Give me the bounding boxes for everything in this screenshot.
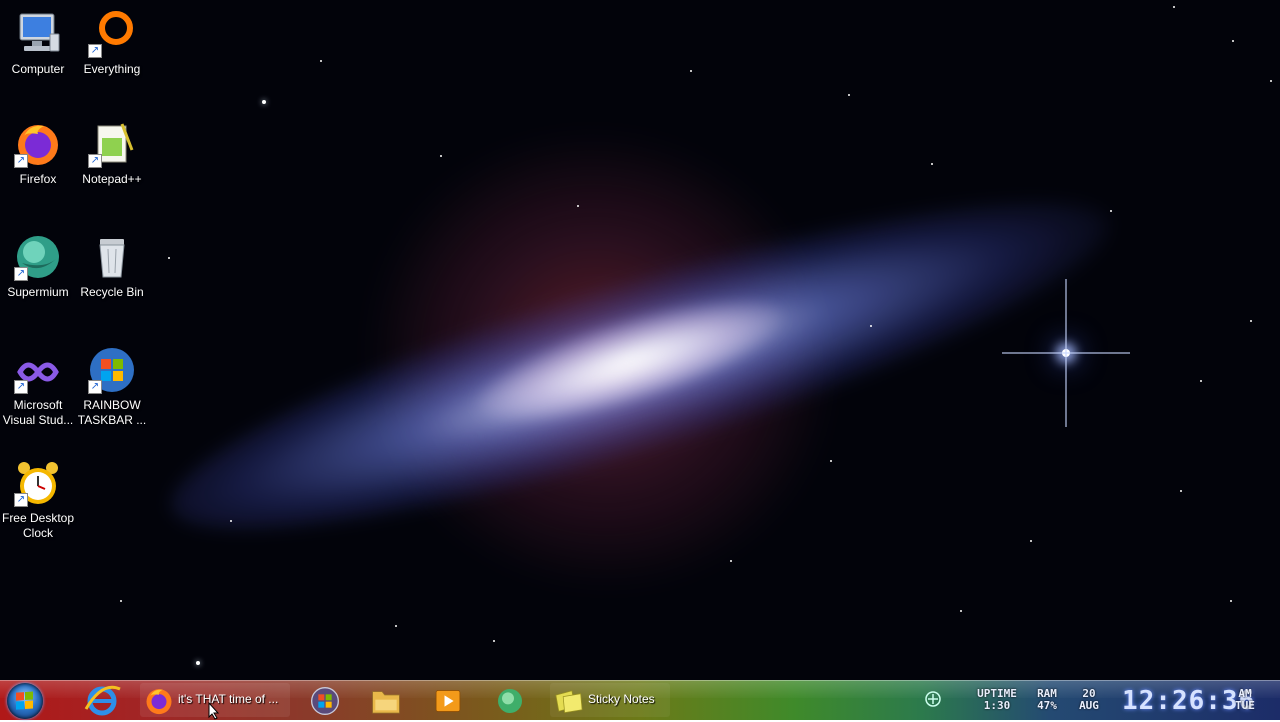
taskbar-item-label: Sticky Notes — [588, 692, 655, 706]
firefox-icon — [146, 689, 172, 715]
star — [320, 60, 322, 62]
taskbar-internet-explorer[interactable] — [82, 683, 122, 717]
star — [1230, 600, 1232, 602]
star — [1232, 40, 1234, 42]
desktop-icon-everything[interactable]: ↗ Everything — [74, 10, 150, 77]
shortcut-arrow-icon: ↗ — [14, 493, 28, 507]
star — [848, 94, 850, 96]
star — [1270, 80, 1272, 82]
star — [196, 661, 200, 665]
notepad-plus-plus-icon: ↗ — [88, 120, 136, 168]
ram-value: 47% — [1037, 699, 1057, 712]
desktop-wallpaper: Computer ↗ Firefox ↗ Supermium ↗ Microso… — [0, 0, 1280, 680]
desktop-icon-visual-studio[interactable]: ↗ Microsoft Visual Stud... — [0, 346, 76, 428]
desktop-icon-supermium[interactable]: ↗ Supermium — [0, 233, 76, 300]
media-player-icon — [435, 690, 461, 712]
windows-orb-icon — [311, 687, 339, 715]
supermium-icon — [498, 689, 522, 713]
star — [230, 520, 232, 522]
shortcut-arrow-icon: ↗ — [14, 154, 28, 168]
sticky-notes-icon — [555, 690, 583, 714]
desktop-icon-label: Firefox — [19, 172, 57, 186]
desktop-icon-notepad-plus-plus[interactable]: ↗ Notepad++ — [74, 120, 150, 187]
shortcut-arrow-icon: ↗ — [14, 267, 28, 281]
star — [577, 205, 579, 207]
star — [870, 325, 872, 327]
desktop-icon-rainbow-taskbar[interactable]: ↗ RAINBOW TASKBAR ... — [74, 346, 150, 428]
recycle-bin-icon — [88, 233, 136, 281]
star — [440, 155, 442, 157]
star — [120, 600, 122, 602]
star — [262, 100, 266, 104]
taskbar-item-label: it's THAT time of ... — [178, 692, 279, 706]
desktop-icon-label: Notepad++ — [82, 172, 142, 186]
desktop-icon-label: RAINBOW TASKBAR ... — [77, 398, 147, 427]
start-button[interactable] — [7, 683, 43, 719]
desktop-icon-recycle-bin[interactable]: Recycle Bin — [74, 233, 150, 300]
star — [395, 625, 397, 627]
star — [1110, 210, 1112, 212]
desktop-icon-label: Recycle Bin — [80, 285, 144, 299]
taskbar-supermium[interactable] — [490, 683, 530, 717]
desktop-icon-label: Microsoft Visual Stud... — [2, 398, 74, 427]
mouse-cursor-icon — [208, 702, 220, 720]
clock-weekday: TUE — [1235, 699, 1255, 712]
supermium-icon: ↗ — [14, 233, 62, 281]
folder-icon — [372, 691, 400, 714]
star — [1250, 320, 1252, 322]
desktop-icon-computer[interactable]: Computer — [0, 10, 76, 77]
star — [830, 460, 832, 462]
desktop-icon-label: Free Desktop Clock — [1, 511, 75, 540]
desktop-icon-label: Everything — [83, 62, 141, 76]
firefox-icon: ↗ — [14, 120, 62, 168]
star — [960, 610, 962, 612]
desktop-icon-free-desktop-clock[interactable]: ↗ Free Desktop Clock — [0, 459, 76, 541]
internet-explorer-icon — [84, 685, 121, 716]
shortcut-arrow-icon: ↗ — [14, 380, 28, 394]
desktop-icon-label: Supermium — [7, 285, 69, 299]
shortcut-arrow-icon: ↗ — [88, 44, 102, 58]
shortcut-arrow-icon: ↗ — [88, 154, 102, 168]
desktop-icon-firefox[interactable]: ↗ Firefox — [0, 120, 76, 187]
everything-icon: ↗ — [88, 10, 136, 58]
windows-orb-icon — [16, 691, 34, 710]
visual-studio-icon: ↗ — [14, 346, 62, 394]
windows-icon: ↗ — [88, 346, 136, 394]
star — [730, 560, 732, 562]
taskbar-media-player[interactable] — [428, 683, 468, 717]
bright-star — [1002, 279, 1130, 427]
computer-icon — [14, 10, 62, 58]
star — [931, 163, 933, 165]
shortcut-arrow-icon: ↗ — [88, 380, 102, 394]
star — [168, 257, 170, 259]
alarm-clock-icon: ↗ — [14, 459, 62, 507]
star — [1200, 380, 1202, 382]
date-month: AUG — [1079, 699, 1099, 712]
star — [690, 70, 692, 72]
star — [1180, 490, 1182, 492]
star — [1173, 6, 1175, 8]
tray-add-button[interactable] — [924, 690, 942, 708]
taskbar-windows-app[interactable] — [305, 683, 345, 717]
uptime-value: 1:30 — [983, 699, 1011, 712]
desktop-icon-label: Computer — [11, 62, 65, 76]
add-icon — [925, 691, 941, 707]
star — [1030, 540, 1032, 542]
star — [493, 640, 495, 642]
taskbar-file-explorer[interactable] — [366, 683, 406, 717]
